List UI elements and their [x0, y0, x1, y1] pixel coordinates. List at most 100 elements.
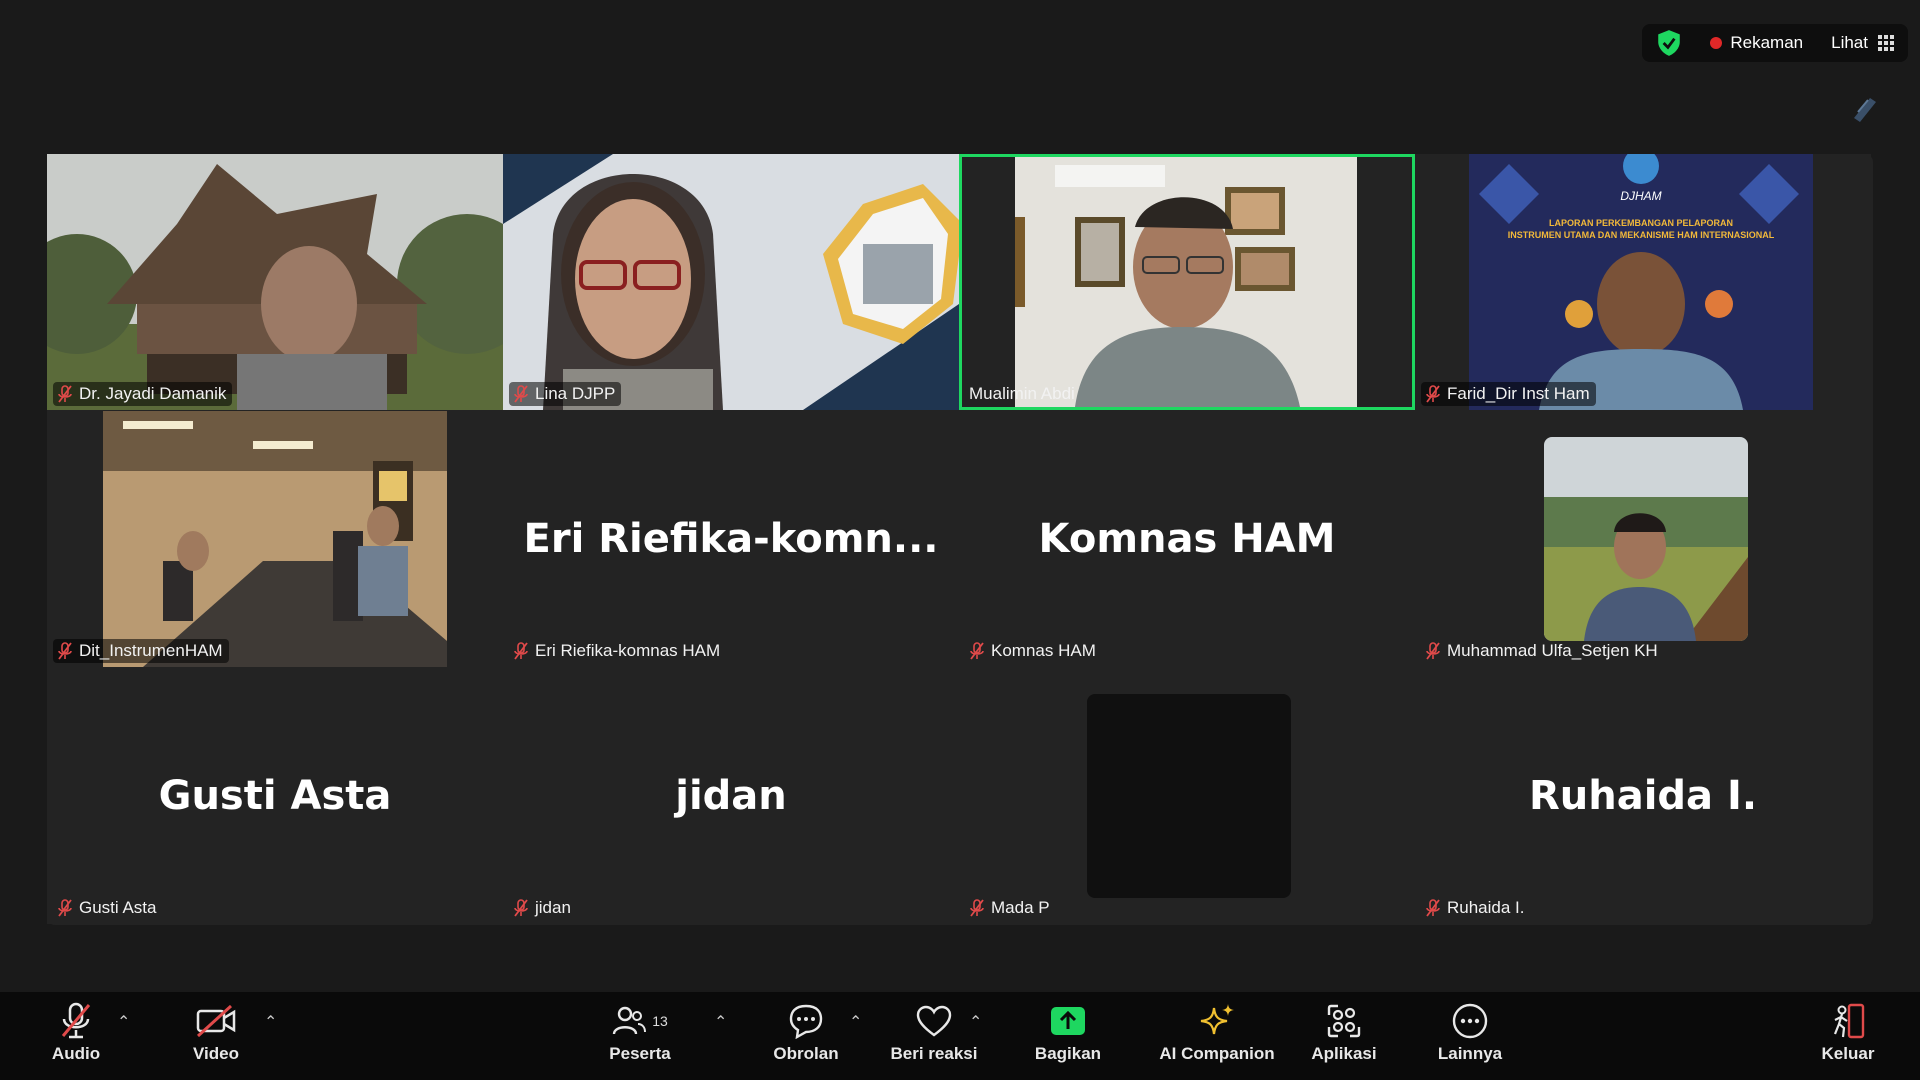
participant-tile-active-speaker[interactable]: Mualimin Abdi — [959, 154, 1415, 410]
apps-icon — [1327, 1004, 1361, 1038]
muted-mic-icon — [514, 385, 528, 403]
meeting-topbar: Rekaman Lihat — [1642, 24, 1908, 62]
more-options-icon — [1452, 1003, 1488, 1039]
participant-avatar — [1544, 437, 1748, 641]
view-button[interactable]: Lihat — [1831, 33, 1894, 53]
participant-name-label: Mualimin Abdi — [965, 382, 1081, 406]
participant-name-label: Mada P — [965, 896, 1056, 920]
audio-label: Audio — [51, 1044, 101, 1063]
participants-options-caret-icon[interactable]: ⌃ — [714, 1012, 727, 1032]
view-label: Lihat — [1831, 33, 1868, 52]
participant-name: Mualimin Abdi — [969, 384, 1075, 403]
participant-tile[interactable]: Lina DJPP — [503, 154, 959, 410]
react-button[interactable]: Beri reaksi — [874, 1000, 994, 1064]
video-button[interactable]: Video — [156, 1000, 276, 1064]
recording-label: Rekaman — [1730, 33, 1804, 52]
participant-tile[interactable]: DJHAM LAPORAN PERKEMBANGAN PELAPORAN INS… — [1415, 154, 1871, 410]
meeting-toolbar: Audio ⌃ Video ⌃ 13 Peserta ⌃ Obrolan ⌃ B… — [0, 992, 1920, 1080]
participant-name-label: jidan — [509, 896, 577, 920]
record-dot-icon — [1710, 37, 1723, 49]
video-off-icon — [196, 1004, 236, 1038]
security-shield-icon[interactable] — [1656, 29, 1682, 57]
djham-logo-text: DJHAM — [1620, 189, 1661, 203]
audio-button[interactable]: Audio — [16, 1000, 136, 1064]
react-options-caret-icon[interactable]: ⌃ — [969, 1012, 982, 1032]
participant-tile[interactable]: Mada P — [959, 668, 1415, 924]
chat-button[interactable]: Obrolan — [746, 1000, 866, 1064]
share-button[interactable]: Bagikan — [1008, 1000, 1128, 1064]
muted-mic-icon — [970, 899, 984, 917]
participant-tile[interactable]: Dr. Jayadi Damanik — [47, 154, 503, 410]
participant-video: DJHAM LAPORAN PERKEMBANGAN PELAPORAN INS… — [1469, 154, 1813, 410]
participant-avatar — [1087, 694, 1291, 898]
video-options-caret-icon[interactable]: ⌃ — [264, 1012, 277, 1032]
participant-display-name: jidan — [675, 773, 787, 819]
participant-tile[interactable]: Gusti Asta Gusti Asta — [47, 668, 503, 924]
ai-companion-button[interactable]: AI Companion — [1152, 1000, 1282, 1064]
participant-tile[interactable]: Eri Riefika-komn... Eri Riefika-komnas H… — [503, 411, 959, 667]
participant-display-name: Eri Riefika-komn... — [523, 516, 939, 562]
muted-mic-icon — [58, 385, 72, 403]
pen-annotate-icon[interactable] — [1850, 92, 1880, 126]
share-label: Bagikan — [1034, 1044, 1102, 1063]
participant-name: Dit_InstrumenHAM — [79, 641, 223, 660]
audio-options-caret-icon[interactable]: ⌃ — [117, 1012, 130, 1032]
more-label: Lainnya — [1437, 1044, 1503, 1063]
recording-indicator[interactable]: Rekaman — [1710, 33, 1803, 53]
muted-mic-icon — [1426, 385, 1440, 403]
participant-name-label: Komnas HAM — [965, 639, 1102, 663]
react-label: Beri reaksi — [890, 1044, 978, 1063]
participant-name-label: Lina DJPP — [509, 382, 622, 406]
chat-icon — [789, 1004, 823, 1039]
ai-companion-label: AI Companion — [1159, 1044, 1275, 1063]
participant-tile[interactable]: Muhammad Ulfa_Setjen KH — [1415, 411, 1871, 667]
video-gallery: Dr. Jayadi Damanik Lina DJPP Mualimin Ab… — [47, 154, 1873, 925]
report-title-line-1: LAPORAN PERKEMBANGAN PELAPORAN — [1549, 218, 1733, 228]
chat-options-caret-icon[interactable]: ⌃ — [849, 1012, 862, 1032]
participant-name-label: Eri Riefika-komnas HAM — [509, 639, 726, 663]
participant-tile[interactable]: Dit_InstrumenHAM — [47, 411, 503, 667]
report-title-line-2: INSTRUMEN UTAMA DAN MEKANISME HAM INTERN… — [1508, 230, 1775, 240]
participant-tile[interactable]: jidan jidan — [503, 668, 959, 924]
participant-name: Lina DJPP — [535, 384, 616, 403]
leave-door-icon — [1833, 1003, 1865, 1039]
participant-tile[interactable]: Komnas HAM Komnas HAM — [959, 411, 1415, 667]
participant-name: Komnas HAM — [991, 641, 1096, 660]
participant-video — [47, 154, 503, 410]
chat-label: Obrolan — [773, 1044, 839, 1063]
apps-button[interactable]: Aplikasi — [1284, 1000, 1404, 1064]
participant-name-label: Gusti Asta — [53, 896, 162, 920]
more-button[interactable]: Lainnya — [1410, 1000, 1530, 1064]
muted-mic-icon — [514, 642, 528, 660]
participant-name: Farid_Dir Inst Ham — [1447, 384, 1590, 403]
participant-video — [103, 411, 447, 667]
ai-sparkle-icon — [1200, 1004, 1234, 1035]
video-label: Video — [193, 1044, 239, 1063]
leave-label: Keluar — [1821, 1044, 1875, 1063]
participant-name: jidan — [535, 898, 571, 917]
participant-video — [1015, 157, 1357, 407]
participants-icon — [613, 1006, 647, 1035]
muted-mic-icon — [1426, 642, 1440, 660]
muted-mic-icon — [970, 642, 984, 660]
share-screen-icon — [1051, 1007, 1085, 1035]
participant-name: Mada P — [991, 898, 1050, 917]
muted-mic-icon — [514, 899, 528, 917]
muted-mic-icon — [58, 899, 72, 917]
grid-view-icon — [1878, 35, 1894, 51]
muted-microphone-icon — [61, 1002, 91, 1039]
heart-reaction-icon — [916, 1005, 952, 1037]
muted-mic-icon — [1426, 899, 1440, 917]
leave-button[interactable]: Keluar — [1788, 1000, 1908, 1064]
participant-name-label: Ruhaida I. — [1421, 896, 1531, 920]
participant-video — [503, 154, 959, 410]
participants-button[interactable]: 13 Peserta — [580, 1000, 700, 1064]
muted-mic-icon — [58, 642, 72, 660]
participant-display-name: Ruhaida I. — [1528, 773, 1758, 819]
participant-name-label: Dit_InstrumenHAM — [53, 639, 229, 663]
participant-name: Dr. Jayadi Damanik — [79, 384, 227, 403]
participant-name: Ruhaida I. — [1447, 898, 1525, 917]
participants-count: 13 — [652, 1013, 668, 1029]
participant-name-label: Muhammad Ulfa_Setjen KH — [1421, 639, 1664, 663]
participant-tile[interactable]: Ruhaida I. Ruhaida I. — [1415, 668, 1871, 924]
